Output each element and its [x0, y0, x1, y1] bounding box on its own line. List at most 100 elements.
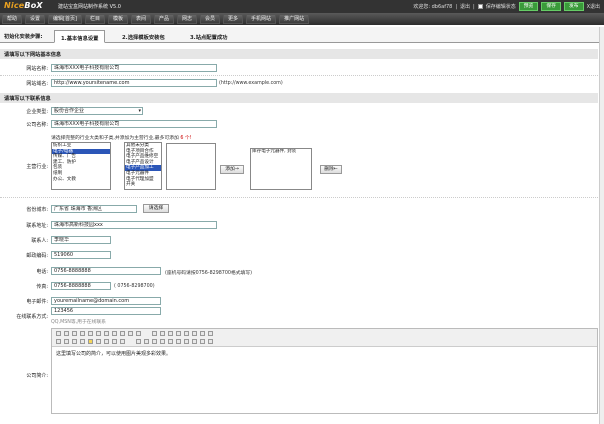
nav-more[interactable]: 更多: [223, 13, 244, 25]
unordered-list-icon[interactable]: [104, 331, 109, 336]
table-icon[interactable]: [160, 339, 165, 344]
fax-input[interactable]: 0756-8888888: [51, 282, 111, 290]
email-input[interactable]: youremailname@domain.com: [51, 297, 161, 305]
city-input[interactable]: 广东省 珠海市 香洲区: [51, 205, 137, 213]
nav-columns[interactable]: 栏目: [84, 13, 105, 25]
nav-help[interactable]: 帮助: [2, 13, 23, 25]
site-name-input[interactable]: 珠海市XXX电子科技有限公司: [51, 64, 217, 72]
about-icon[interactable]: [208, 339, 213, 344]
exit-button[interactable]: X退出: [587, 3, 600, 10]
outdent-icon[interactable]: [120, 331, 125, 336]
link-icon[interactable]: [136, 339, 141, 344]
nav-forms[interactable]: 表间: [130, 13, 151, 25]
intro-editor[interactable]: 这里填写公司的简介，可以使用图片美观多彩效果。: [51, 328, 598, 414]
phone-label: 电话:: [36, 269, 48, 275]
industry-third-list[interactable]: [166, 143, 216, 190]
nav-edit-home[interactable]: 编辑[首页]: [48, 13, 82, 25]
save-button[interactable]: 保存: [541, 2, 561, 11]
hr-icon[interactable]: [168, 339, 173, 344]
address-input[interactable]: 珠海市高新科技园xxx: [51, 221, 217, 229]
industry-label: 主营行业:: [26, 164, 48, 170]
vertical-scrollbar[interactable]: [599, 27, 604, 424]
step-2-tab[interactable]: 2.选择模板安装包: [116, 30, 171, 43]
nav-settings[interactable]: 设置: [25, 13, 46, 25]
zip-input[interactable]: 519060: [51, 251, 111, 259]
copy-icon[interactable]: [176, 331, 181, 336]
special-char-icon[interactable]: [184, 339, 189, 344]
image-icon[interactable]: [144, 339, 149, 344]
step-1-tab[interactable]: 1.基本信息设置: [54, 30, 106, 43]
phone-input[interactable]: 0756-8888888: [51, 267, 161, 275]
cut-icon[interactable]: [168, 331, 173, 336]
contact-input[interactable]: 李晓华: [51, 236, 111, 244]
selected-industry-list[interactable]: 库存电子元器件, 封装: [250, 148, 312, 190]
publish-button[interactable]: 发布: [563, 2, 584, 11]
bold-icon[interactable]: [96, 339, 101, 344]
redo-icon[interactable]: [160, 331, 165, 336]
industry-category-list[interactable]: 纺织工业 电子/电器 传媒、广告 建工、防护 包装 纸制 办公、文教: [51, 142, 111, 190]
print-icon[interactable]: [208, 331, 213, 336]
address-label: 联系地址:: [26, 223, 48, 229]
subscript-icon[interactable]: [128, 331, 133, 336]
company-name-input[interactable]: 珠海市XXX电子科技有限公司: [51, 120, 217, 128]
keep-state-checkbox[interactable]: [477, 4, 483, 9]
nav-mobile-site[interactable]: 手机网站: [246, 13, 277, 25]
align-center-icon[interactable]: [72, 331, 77, 336]
city-label: 省份城市:: [26, 207, 48, 213]
bg-color-icon[interactable]: [88, 339, 93, 344]
list-item[interactable]: 电子产品维修空: [125, 154, 161, 160]
preview-icon[interactable]: [192, 339, 197, 344]
undo-icon[interactable]: [152, 331, 157, 336]
site-info-heading: 请填写以下网站基本信息: [0, 49, 598, 59]
nav-products[interactable]: 产品: [153, 13, 174, 25]
domain-hint: (http://www.example.com): [219, 81, 283, 86]
nav-members[interactable]: 会员: [200, 13, 221, 25]
strike-icon[interactable]: [120, 339, 125, 344]
text-color-icon[interactable]: [80, 339, 85, 344]
list-item[interactable]: 开关: [125, 182, 161, 188]
step-3-tab[interactable]: 3.站点配置成功: [184, 30, 233, 43]
company-name-label: 公司名称:: [26, 122, 48, 128]
chevron-down-icon: ▾: [138, 108, 141, 114]
welcome-text: 欢迎您: db6af78: [413, 4, 453, 10]
zip-label: 邮政编码:: [26, 253, 48, 259]
company-type-label: 企业类型:: [26, 109, 48, 115]
list-item[interactable]: 办公、文教: [52, 177, 110, 183]
preview-button[interactable]: 预览: [518, 2, 539, 11]
select-city-button[interactable]: 请选择: [143, 204, 169, 213]
add-industry-button[interactable]: 添加→: [220, 165, 244, 174]
align-left-icon[interactable]: [64, 331, 69, 336]
top-right: 欢迎您: db6af78 | 退出 | 保存编辑状态 预览 保存 发布 X退出: [413, 2, 600, 11]
site-domain-input[interactable]: http://www.yoursitename.com: [51, 79, 217, 87]
list-item[interactable]: 库存电子元器件, 封装: [251, 149, 311, 155]
source-icon[interactable]: [56, 331, 61, 336]
fullscreen-icon[interactable]: [200, 339, 205, 344]
logout-link[interactable]: 退出: [460, 3, 470, 10]
justify-icon[interactable]: [88, 331, 93, 336]
delete-industry-button[interactable]: 删除←: [320, 165, 342, 174]
superscript-icon[interactable]: [136, 331, 141, 336]
replace-icon[interactable]: [200, 331, 205, 336]
find-icon[interactable]: [192, 331, 197, 336]
underline-icon[interactable]: [112, 339, 117, 344]
font-family-icon[interactable]: [72, 339, 77, 344]
italic-icon[interactable]: [104, 339, 109, 344]
align-right-icon[interactable]: [80, 331, 85, 336]
nav-blog[interactable]: 网志: [177, 13, 198, 25]
industry-subcategory-list[interactable]: 其他未分类 电子项目合作 电子产品维修空 电子产品设计 电子产品加工 电子元器件…: [124, 142, 162, 190]
heading-icon[interactable]: [56, 339, 61, 344]
nav-promote-site[interactable]: 推广网站: [279, 13, 310, 25]
company-info-heading: 请填写以下联系信息: [0, 93, 598, 103]
paste-icon[interactable]: [184, 331, 189, 336]
intro-text[interactable]: 这里填写公司的简介，可以使用图片美观多彩效果。: [52, 347, 597, 360]
flash-icon[interactable]: [152, 339, 157, 344]
app-logo: NiceBoX: [4, 1, 43, 10]
im-input[interactable]: 123456: [51, 307, 161, 315]
emoticon-icon[interactable]: [176, 339, 181, 344]
font-size-icon[interactable]: [64, 339, 69, 344]
nav-templates[interactable]: 模板: [107, 13, 128, 25]
top-bar: NiceBoX 建站宝盒网站制作系统 V5.0 欢迎您: db6af78 | 退…: [0, 0, 604, 13]
indent-icon[interactable]: [112, 331, 117, 336]
ordered-list-icon[interactable]: [96, 331, 101, 336]
company-type-select[interactable]: 股份合作企业 ▾: [51, 107, 143, 115]
